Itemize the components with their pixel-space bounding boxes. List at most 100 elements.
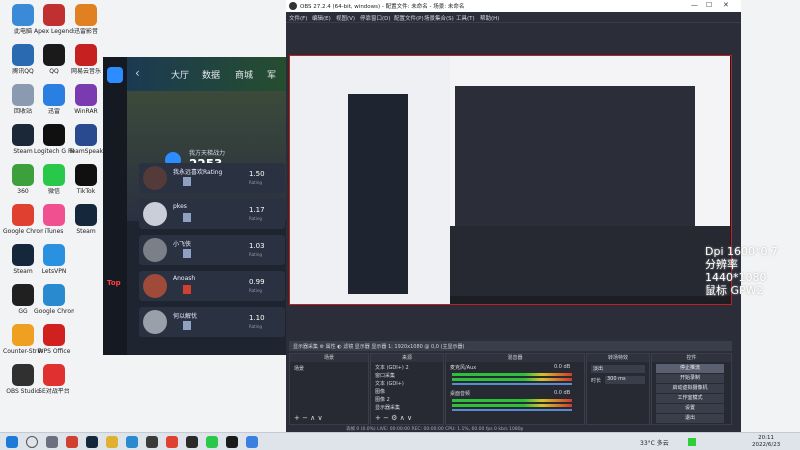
- desktop-icon[interactable]: Steam: [66, 202, 106, 242]
- app-icon: [75, 124, 97, 146]
- taskbar-app-icon[interactable]: [246, 436, 258, 448]
- taskbar-app-icon[interactable]: [146, 436, 158, 448]
- desktop-icon[interactable]: TikTok: [66, 162, 106, 202]
- settings-button[interactable]: 设置: [656, 404, 724, 413]
- desktop-icon[interactable]: TeamSpeak: [66, 122, 106, 162]
- stop-streaming-button[interactable]: 停止推流: [656, 364, 724, 373]
- app-icon: [75, 204, 97, 226]
- minimize-icon[interactable]: —: [691, 1, 698, 9]
- mixer-dock: 混音器 麦克风/Aux 0.0 dB 桌面音频 0.0 dB: [445, 353, 585, 425]
- nav-data[interactable]: 数据: [202, 68, 220, 81]
- scene-item[interactable]: 场景: [294, 365, 304, 372]
- desktop-icon[interactable]: Google Chrome: [34, 282, 74, 322]
- edge-icon[interactable]: [126, 436, 138, 448]
- weather-text[interactable]: 33°C 多云: [640, 438, 669, 447]
- scene-add-icon[interactable]: + − ∧ ∨: [294, 414, 323, 422]
- file-explorer-icon[interactable]: [106, 436, 118, 448]
- app-icon: [75, 84, 97, 106]
- back-icon[interactable]: ‹: [135, 66, 140, 80]
- taskbar: 33°C 多云 20:11 2022/6/23: [0, 432, 800, 450]
- start-recording-button[interactable]: 开始录制: [656, 374, 724, 383]
- obs-preview[interactable]: [289, 55, 732, 305]
- chrome-icon[interactable]: [166, 436, 178, 448]
- preview-game-window: [348, 94, 408, 294]
- audio-meter: [452, 404, 572, 407]
- app-icon: [43, 284, 65, 306]
- studio-mode-button[interactable]: 工作室模式: [656, 394, 724, 403]
- sources-dock: 来源 文本 (GDI+) 2 窗口采集 文本 (GDI+) 图像 图像 2 显示…: [370, 353, 444, 425]
- player-row[interactable]: 我永远喜欢Rating 1.50 Rating: [139, 163, 285, 193]
- source-add-icon[interactable]: + − ⚙ ∧ ∨: [375, 414, 412, 422]
- source-toolbar: 显示器采集 ⚙ 属性 ◐ 滤镜 显示器 显示器 1: 1920x1080 @ 0…: [289, 341, 732, 351]
- maximize-icon[interactable]: ☐: [706, 1, 712, 9]
- desktop-icon[interactable]: 5E对战平台: [34, 362, 74, 402]
- top-badge: Top: [107, 279, 121, 287]
- desktop-icon-label: LetsVPN: [41, 268, 67, 275]
- virtual-camera-button[interactable]: 启动虚拟摄像机: [656, 384, 724, 393]
- mixer-channel-db: 0.0 dB: [554, 390, 571, 396]
- source-item[interactable]: 文本 (GDI+) 2: [375, 364, 409, 371]
- overlay-resolution: 分辨率 1440*1080: [705, 258, 767, 284]
- obs-menubar: 文件(F) 编辑(E) 视图(V) 停靠窗口(D) 配置文件(P) 场景集合(S…: [286, 12, 741, 23]
- app-icon: [43, 84, 65, 106]
- player-row[interactable]: pkes 1.17 Rating: [139, 199, 285, 229]
- qq-icon[interactable]: [226, 436, 238, 448]
- player-row[interactable]: Anoash 0.99 Rating: [139, 271, 285, 301]
- volume-slider[interactable]: [452, 383, 572, 385]
- overlay-mouse: 鼠标 GPW2: [705, 284, 764, 297]
- menu-file[interactable]: 文件(F): [289, 14, 307, 22]
- player-row[interactable]: 小飞侠 1.03 Rating: [139, 235, 285, 265]
- taskbar-app-icon[interactable]: [66, 436, 78, 448]
- menu-view[interactable]: 视图(V): [336, 14, 355, 22]
- app-icon: [43, 204, 65, 226]
- volume-slider[interactable]: [452, 409, 572, 411]
- menu-profile[interactable]: 配置文件(P): [394, 14, 424, 22]
- nav-store[interactable]: 商城: [235, 68, 253, 81]
- player-rating: 1.10: [249, 314, 265, 322]
- game-sidebar: [103, 57, 127, 355]
- source-item[interactable]: 显示器采集: [375, 404, 400, 411]
- task-view-icon[interactable]: [46, 436, 58, 448]
- nav-army[interactable]: 军: [267, 68, 276, 81]
- source-item[interactable]: 图像 2: [375, 396, 390, 403]
- desktop-icon[interactable]: 网易云音乐: [66, 42, 106, 82]
- menu-docks[interactable]: 停靠窗口(D): [360, 14, 391, 22]
- game-logo-icon[interactable]: [107, 67, 123, 83]
- menu-tools[interactable]: 工具(T): [456, 14, 475, 22]
- source-item[interactable]: 窗口采集: [375, 372, 395, 379]
- duration-label: 时长: [591, 378, 602, 384]
- desktop-icon-label: WinRAR: [74, 108, 98, 115]
- duration-field[interactable]: 300 ms: [605, 376, 645, 384]
- source-item[interactable]: 图像: [375, 388, 385, 395]
- clock[interactable]: 20:11 2022/6/23: [752, 435, 780, 449]
- menu-edit[interactable]: 编辑(E): [312, 14, 331, 22]
- desktop-icon[interactable]: 迅雷影音: [66, 2, 106, 42]
- menu-scene-collection[interactable]: 场景集合(S): [424, 14, 454, 22]
- desktop-icon[interactable]: WPS Office: [34, 322, 74, 362]
- avatar: [143, 238, 167, 262]
- streaming-indicator-icon[interactable]: [688, 438, 696, 446]
- close-icon[interactable]: ✕: [723, 1, 729, 9]
- player-name: pkes: [173, 203, 187, 210]
- obs-window-title: OBS 27.2.4 (64-bit, windows) - 配置文件: 未命名…: [300, 4, 465, 10]
- audio-meter: [452, 373, 572, 376]
- obs-taskbar-icon[interactable]: [186, 436, 198, 448]
- mixer-dock-title: 混音器: [446, 354, 584, 362]
- player-row[interactable]: 何以解忧 1.10 Rating: [139, 307, 285, 337]
- desktop-icon[interactable]: WinRAR: [66, 82, 106, 122]
- start-icon[interactable]: [6, 436, 18, 448]
- app-icon: [75, 4, 97, 26]
- exit-button[interactable]: 退出: [656, 414, 724, 423]
- search-icon[interactable]: [26, 436, 38, 448]
- source-item[interactable]: 文本 (GDI+): [375, 380, 404, 387]
- wechat-icon[interactable]: [206, 436, 218, 448]
- rank-icon: [183, 285, 191, 294]
- menu-help[interactable]: 帮助(H): [480, 14, 499, 22]
- scenes-dock: 场景 场景 + − ∧ ∨: [289, 353, 369, 425]
- transition-select[interactable]: 淡出: [591, 365, 645, 373]
- steam-icon[interactable]: [86, 436, 98, 448]
- obs-titlebar: OBS 27.2.4 (64-bit, windows) - 配置文件: 未命名…: [286, 0, 741, 12]
- desktop-icon[interactable]: LetsVPN: [34, 242, 74, 282]
- nav-lobby[interactable]: 大厅: [171, 68, 189, 81]
- desktop-icon-label: Google Chrome: [34, 308, 74, 315]
